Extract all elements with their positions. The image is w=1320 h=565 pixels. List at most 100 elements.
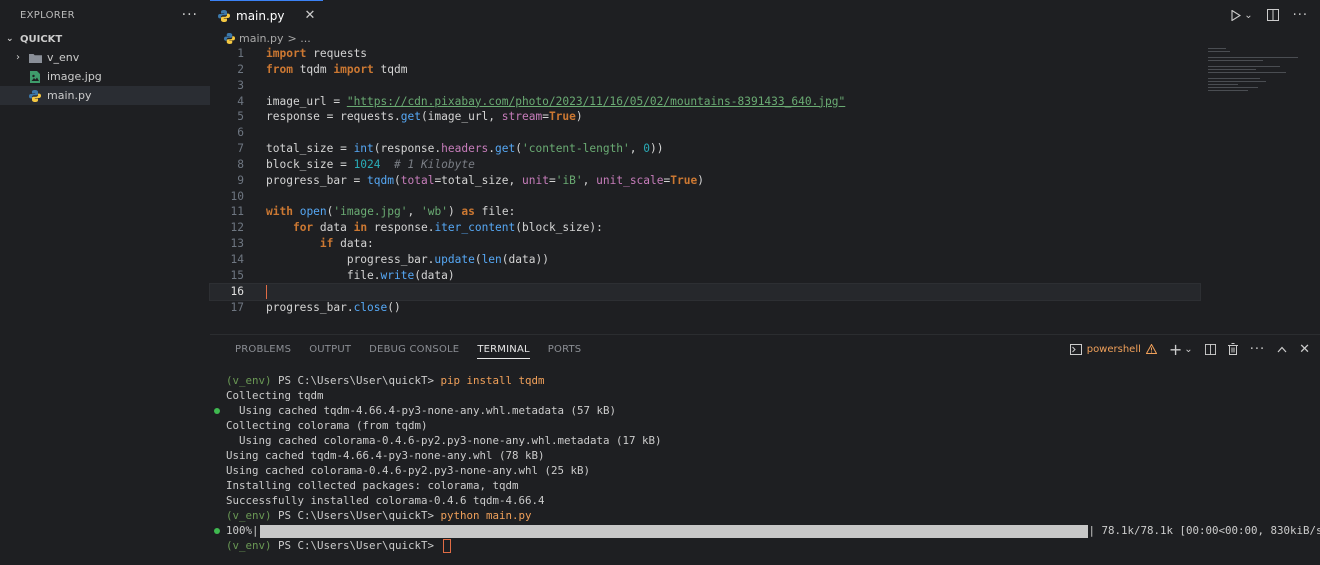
code-token: requests <box>306 47 368 60</box>
code-line[interactable]: 4 image_url = "https://cdn.pixabay.com/ph… <box>210 94 1200 110</box>
code-line[interactable]: 14 progress_bar.update(len(data)) <box>210 252 1200 268</box>
code-token: import <box>266 47 307 60</box>
code-line[interactable]: 1 import requests <box>210 46 1200 62</box>
terminal-icon <box>1069 343 1082 355</box>
tab-debug-console[interactable]: DEBUG CONSOLE <box>360 335 468 363</box>
code-token: response. <box>367 221 435 235</box>
code-line[interactable]: 7 total_size = int(response.headers.get('… <box>210 141 1200 157</box>
terminal-output[interactable]: (v_env) PS C:\Users\User\quickT> pip ins… <box>210 373 1320 553</box>
code-line[interactable]: 13 if data: <box>210 236 1200 252</box>
code-token: ) <box>447 205 462 219</box>
terminal-progress-line: 100%| | 78.1k/78.1k [00:00<00:00, 830kiB/… <box>210 523 1320 538</box>
python-file-icon <box>28 89 42 102</box>
code-token: data <box>313 221 354 235</box>
tree-item-v-env[interactable]: › v_env <box>0 48 210 67</box>
line-number: 7 <box>237 142 244 156</box>
terminal-shell-selector[interactable]: powershell <box>1069 343 1157 355</box>
run-icon[interactable]: ⌄ <box>1231 9 1253 21</box>
breadcrumb-rest[interactable]: > ... <box>287 32 310 45</box>
code-line[interactable]: 2 from tqdm import tqdm <box>210 62 1200 78</box>
code-token: close <box>353 300 388 314</box>
line-number: 10 <box>230 189 244 203</box>
tab-output[interactable]: OUTPUT <box>300 335 360 363</box>
code-token: tqdm <box>292 62 334 76</box>
editor-area: main.py ✕ ⌄ ··· main.py > ... 1 import re… <box>209 0 1320 334</box>
line-number: 14 <box>230 252 244 266</box>
code-token: (data) <box>414 268 455 282</box>
status-dot[interactable] <box>214 528 220 534</box>
explorer-sidebar: EXPLORER ··· ⌄ QUICKT › v_env image.jpg … <box>0 0 211 564</box>
progress-bar-fill <box>259 524 1088 538</box>
code-line[interactable]: 10 <box>210 189 1200 205</box>
project-folder-header[interactable]: ⌄ QUICKT <box>0 30 210 48</box>
code-line[interactable]: 3 <box>210 78 1200 94</box>
chevron-down-icon[interactable]: ⌄ <box>1184 344 1192 355</box>
tab-ports[interactable]: PORTS <box>539 335 591 363</box>
code-token: 'wb' <box>420 205 448 219</box>
more-actions-icon[interactable]: ··· <box>182 7 198 23</box>
tree-item-main-py[interactable]: main.py <box>0 86 210 105</box>
code-token: progress_bar = <box>266 173 368 187</box>
explorer-title: EXPLORER <box>20 9 75 21</box>
terminal-line: Successfully installed colorama-0.4.6 tq… <box>226 494 545 507</box>
tree-item-image-jpg[interactable]: image.jpg <box>0 67 210 86</box>
code-line[interactable]: 12 for data in response.iter_content(blo… <box>210 220 1200 236</box>
progress-label: 100%| <box>226 524 259 537</box>
code-token: True <box>670 173 698 187</box>
code-token: 1024 <box>353 157 381 171</box>
code-line[interactable]: 11 with open('image.jpg', 'wb') as file: <box>210 204 1200 220</box>
prompt-path: PS C:\Users\User\quickT> <box>271 509 441 522</box>
chevron-down-icon[interactable]: ⌄ <box>1244 10 1252 21</box>
terminal-line: Collecting colorama (from tqdm) <box>226 419 428 432</box>
line-number: 12 <box>230 221 244 235</box>
code-line[interactable]: 5 response = requests.get(image_url, stre… <box>210 109 1200 125</box>
code-line[interactable]: 8 block_size = 1024 # 1 Kilobyte <box>210 157 1200 173</box>
split-editor-icon[interactable] <box>1266 9 1279 21</box>
code-token: total_size = <box>266 142 354 156</box>
close-icon[interactable]: ✕ <box>305 8 316 23</box>
split-terminal-icon[interactable] <box>1204 343 1216 355</box>
code-line[interactable]: 17 progress_bar.close() <box>210 300 1200 316</box>
more-actions-icon[interactable]: ··· <box>1293 8 1308 23</box>
code-token: ( <box>394 173 401 187</box>
line-number: 4 <box>237 94 244 108</box>
trash-icon[interactable] <box>1227 343 1238 355</box>
progress-bar <box>259 524 1088 538</box>
terminal-line: (v_env) PS C:\Users\User\quickT> pip ins… <box>210 373 1320 388</box>
venv-label: (v_env) <box>226 509 272 522</box>
code-token: import <box>333 62 374 76</box>
code-token: (image_url, <box>420 110 502 124</box>
status-dot[interactable] <box>214 408 220 414</box>
code-token: = <box>548 173 556 187</box>
new-terminal-button[interactable]: + ⌄ <box>1169 340 1193 359</box>
line-number: 6 <box>237 126 244 140</box>
code-editor[interactable]: 1 import requests 2 from tqdm import tqdm … <box>209 46 1201 316</box>
tab-terminal[interactable]: TERMINAL <box>468 335 538 363</box>
terminal-line: Using cached colorama-0.4.6-py2.py3-none… <box>226 464 591 477</box>
chevron-right-icon: › <box>16 52 20 63</box>
code-token: for <box>292 221 314 235</box>
minimap[interactable] <box>1208 46 1308 91</box>
terminal-line: Collecting tqdm <box>226 389 324 402</box>
code-token: , <box>629 142 644 156</box>
line-number: 5 <box>237 110 244 124</box>
tab-main-py[interactable]: main.py ✕ <box>210 0 324 30</box>
maximize-panel-icon[interactable] <box>1277 346 1287 353</box>
url-link[interactable]: "https://cdn.pixabay.com/photo/2023/11/1… <box>347 95 845 108</box>
code-token: file. <box>346 268 381 282</box>
panel-actions: powershell + ⌄ ··· ✕ <box>1069 335 1310 363</box>
code-token: tqdm <box>367 173 394 187</box>
code-token: unit_scale <box>596 173 664 187</box>
code-line[interactable]: 15 file.write(data) <box>210 268 1200 284</box>
breadcrumb-file[interactable]: main.py <box>239 32 283 45</box>
code-line[interactable]: 9 progress_bar = tqdm(total=total_size, u… <box>210 173 1200 189</box>
close-panel-icon[interactable]: ✕ <box>1299 342 1310 357</box>
code-line[interactable]: 6 <box>210 125 1200 141</box>
more-actions-icon[interactable]: ··· <box>1250 342 1265 357</box>
code-line-current[interactable]: 16 <box>209 282 1201 301</box>
tab-problems[interactable]: PROBLEMS <box>226 335 300 363</box>
line-number: 8 <box>237 157 244 171</box>
